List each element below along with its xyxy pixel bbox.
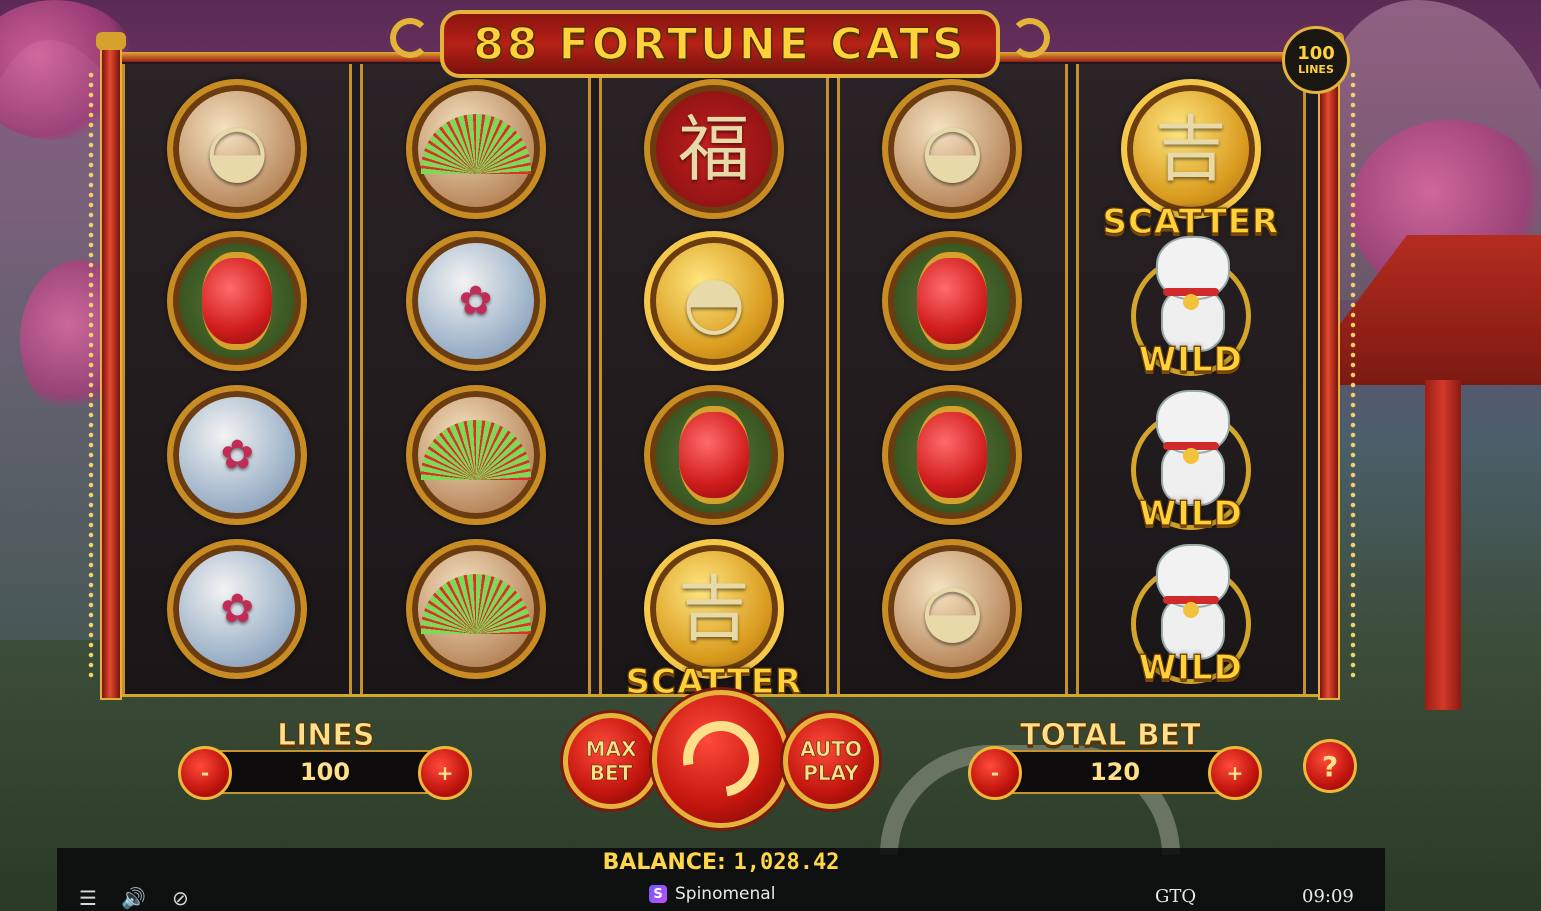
left-pillar [100, 40, 122, 700]
light-dots-right [1350, 70, 1356, 680]
auto-play-label: AUTO PLAY [800, 737, 862, 786]
green-fan-icon [405, 539, 546, 679]
max-bet-button[interactable]: MAX BET [563, 713, 659, 809]
dumpling-basket-icon: ◒ [882, 539, 1023, 679]
light-dots-left [88, 70, 94, 680]
red-pouch-icon: 福 [644, 79, 785, 219]
cherry-blossom-icon: ✿ [167, 385, 308, 525]
currency-code: GTQ [1155, 886, 1197, 907]
scatter-label: SCATTER [625, 661, 803, 694]
symbol-red-lantern [162, 226, 312, 376]
symbol-green-fan [401, 534, 551, 684]
spinomenal-logo-icon: S [649, 885, 667, 903]
wild-label: WILD [1138, 493, 1243, 534]
wild-label: WILD [1138, 647, 1243, 688]
lines-label: LINES [277, 718, 375, 754]
reel-3: 福 ◓ 吉 SCATTER [598, 64, 830, 694]
balance-value: 1,028.42 [733, 850, 840, 875]
balance-label: BALANCE: [602, 850, 726, 875]
red-lantern-icon [882, 385, 1023, 525]
symbol-dumpling-basket: ◒ [877, 74, 1027, 224]
pillar-cap [96, 32, 126, 50]
red-lantern-icon [644, 385, 785, 525]
lines-decrease-button[interactable]: - [178, 746, 232, 800]
symbol-green-fan [401, 74, 551, 224]
symbol-lucky-cat: WILD [1116, 534, 1266, 689]
symbol-gold-coin: 吉 SCATTER [625, 534, 802, 694]
sound-icon[interactable]: 🔊 [121, 886, 146, 910]
brand-name: Spinomenal [675, 884, 776, 904]
reel-5: 吉 SCATTER WILD WILD WILD [1075, 64, 1307, 694]
lines-badge: 100 LINES [1282, 26, 1350, 94]
bet-increase-button[interactable]: + [1208, 746, 1262, 800]
status-bar: BALANCE: 1,028.42 ☰ 🔊 ⊘ S Spinomenal GTQ… [57, 848, 1385, 911]
dumpling-basket-icon: ◒ [882, 79, 1023, 219]
cherry-blossom-icon: ✿ [405, 231, 546, 371]
gold-ingot-icon: ◓ [644, 231, 785, 371]
lines-increase-button[interactable]: + [418, 746, 472, 800]
spin-arrow-icon [668, 706, 774, 812]
max-bet-label: MAX BET [585, 737, 637, 786]
spin-button[interactable] [652, 690, 790, 828]
total-bet-value: 120 [1089, 758, 1141, 786]
reel-2: ✿ [360, 64, 591, 694]
symbol-cherry-blossom: ✿ [162, 380, 312, 530]
title-ornament-left [390, 18, 430, 58]
symbol-green-fan [401, 380, 551, 530]
dumpling-basket-icon: ◒ [167, 79, 308, 219]
symbol-dumpling-basket: ◒ [877, 534, 1027, 684]
lines-stepper: 100 - + [178, 746, 472, 800]
symbol-lucky-cat: WILD [1116, 226, 1266, 381]
symbol-dumpling-basket: ◒ [162, 74, 312, 224]
red-lantern-icon [882, 231, 1023, 371]
total-bet-stepper: 120 - + [968, 746, 1262, 800]
wild-label: WILD [1138, 339, 1243, 380]
lines-badge-number: 100 [1297, 42, 1335, 64]
balance-display: BALANCE: 1,028.42 [57, 850, 1385, 875]
symbol-cherry-blossom: ✿ [162, 534, 312, 684]
total-bet-label: TOTAL BET [1020, 718, 1202, 754]
game-title: 88 FORTUNE CATS [473, 18, 967, 71]
red-lantern-icon [167, 231, 308, 371]
turbo-icon[interactable]: ⊘ [172, 886, 189, 910]
green-fan-icon [405, 385, 546, 525]
gold-coin-icon: 吉 [1120, 79, 1261, 219]
symbol-red-lantern [639, 380, 789, 530]
bet-decrease-button[interactable]: - [968, 746, 1022, 800]
symbol-cherry-blossom: ✿ [401, 226, 551, 376]
symbol-red-lantern [877, 380, 1027, 530]
reel-4: ◒ ◒ [837, 64, 1068, 694]
green-fan-icon [405, 79, 546, 219]
menu-icon[interactable]: ☰ [79, 886, 97, 910]
lines-value: 100 [299, 758, 351, 786]
game-title-plate: 88 FORTUNE CATS [440, 10, 1000, 78]
brand-logo: S Spinomenal [649, 884, 775, 904]
cherry-blossom-icon: ✿ [167, 539, 308, 679]
symbol-gold-ingot: ◓ [639, 226, 789, 376]
lines-badge-label: LINES [1298, 62, 1334, 76]
clock: 09:09 [1302, 886, 1354, 907]
title-ornament-right [1010, 18, 1050, 58]
background-pagoda-pillar [1425, 380, 1461, 710]
right-pillar [1318, 40, 1340, 700]
reels-grid: ◒ ✿ ✿ ✿ 福 ◓ 吉 SCATTER ◒ ◒ 吉 SCATTER WILD WILD WILD [122, 64, 1307, 694]
symbol-lucky-cat: WILD [1116, 380, 1266, 535]
symbol-gold-coin: 吉 SCATTER [1102, 74, 1279, 243]
symbol-red-lantern [877, 226, 1027, 376]
reel-1: ◒ ✿ ✿ [122, 64, 353, 694]
help-button[interactable]: ? [1303, 739, 1357, 793]
gold-coin-icon: 吉 [644, 539, 785, 679]
auto-play-button[interactable]: AUTO PLAY [783, 713, 879, 809]
symbol-red-pouch: 福 [639, 74, 789, 224]
